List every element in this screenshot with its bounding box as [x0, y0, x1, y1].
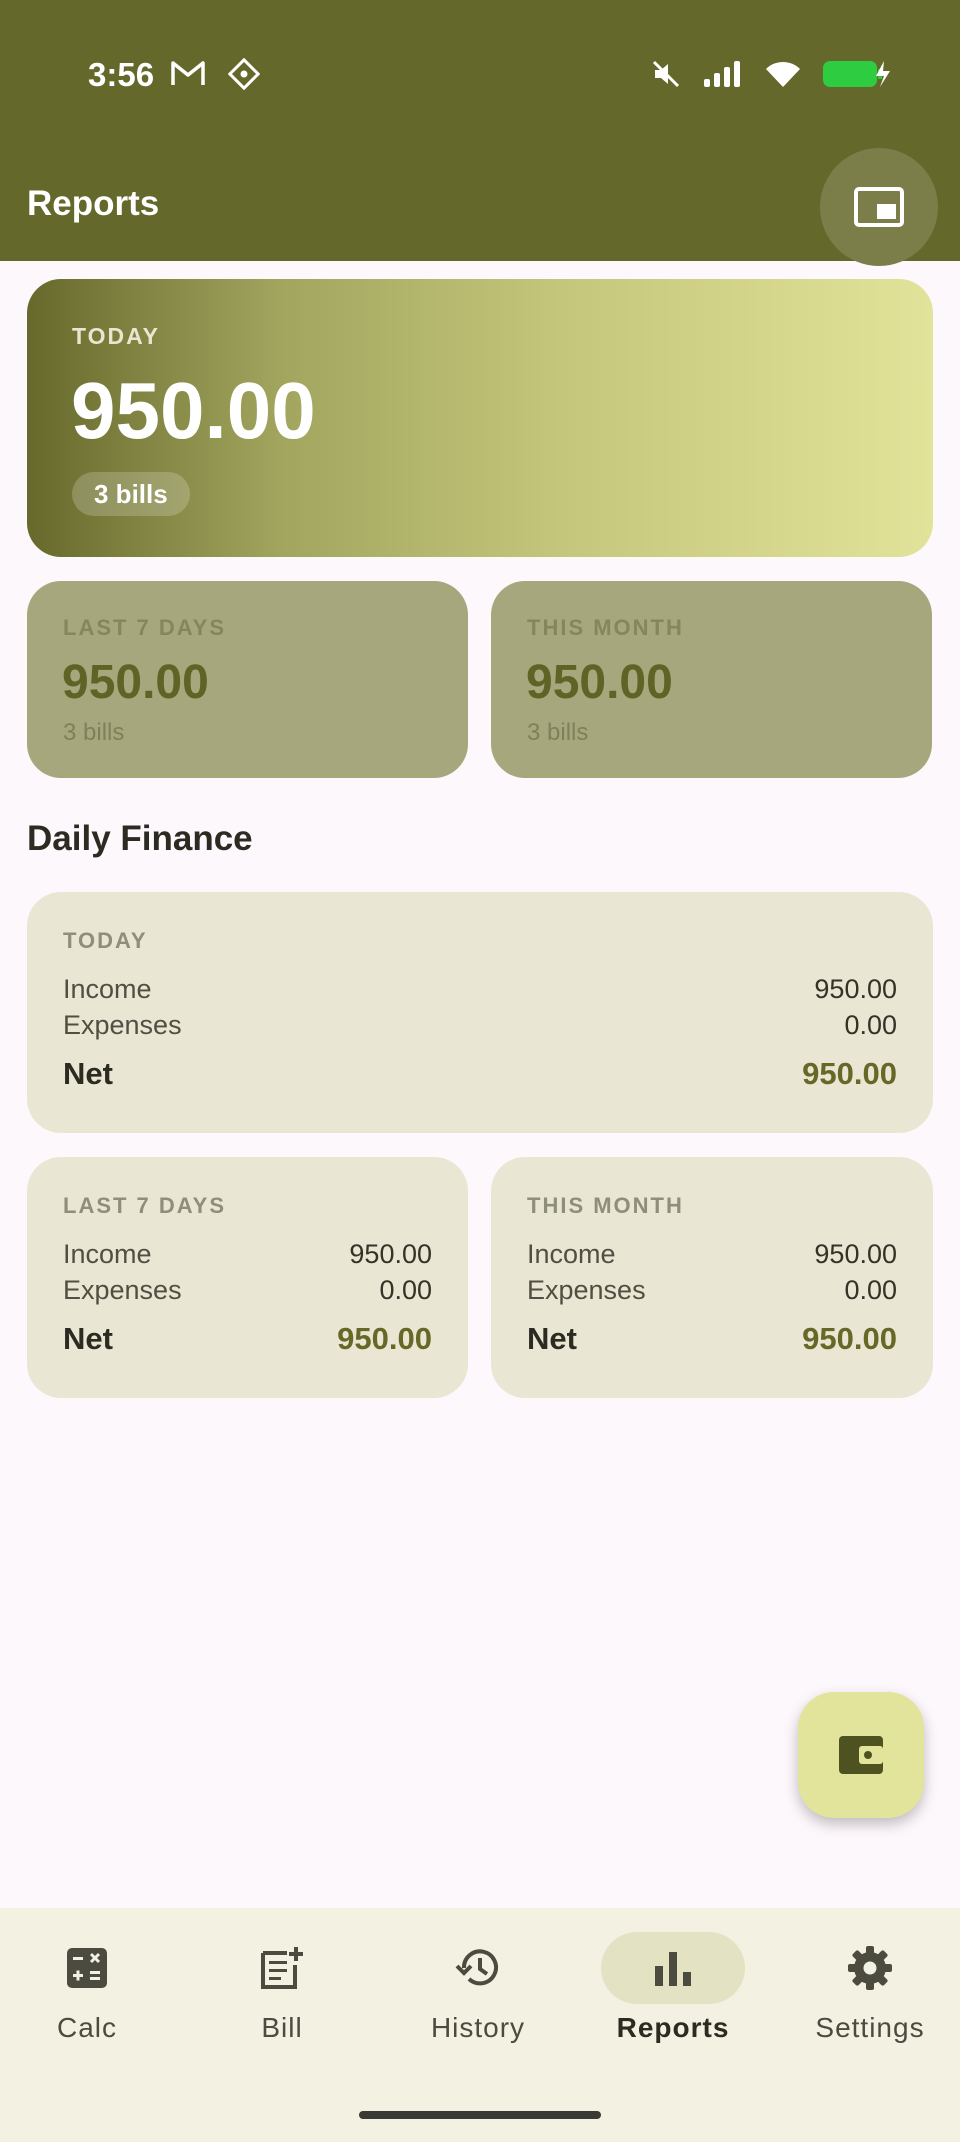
net-label: Net	[527, 1321, 577, 1356]
gmail-icon	[171, 61, 205, 85]
notification-icons	[170, 58, 260, 90]
picture-in-picture-icon	[854, 187, 904, 227]
nav-label: Reports	[616, 2012, 730, 2043]
card-amount: 950.00	[526, 656, 673, 709]
nav-item-settings[interactable]: Settings	[774, 1932, 960, 2062]
net-label: Net	[63, 1056, 113, 1091]
this-month-card: THIS MONTH 950.00 3 bills	[491, 581, 932, 778]
income-value: 950.00	[814, 974, 897, 1004]
expenses-value: 0.00	[379, 1275, 432, 1305]
page-title: Reports	[27, 184, 160, 223]
expenses-row: Expenses 0.00	[527, 1275, 897, 1306]
signal-icon	[704, 61, 740, 87]
pip-button[interactable]	[820, 148, 938, 266]
income-row: Income 950.00	[63, 974, 897, 1005]
bar-chart-icon	[655, 1952, 691, 1986]
net-value: 950.00	[802, 1056, 897, 1091]
expenses-row: Expenses 0.00	[63, 1275, 432, 1306]
net-row: Net 950.00	[527, 1321, 897, 1357]
card-label: TODAY	[72, 323, 160, 349]
nav-item-bill[interactable]: Bill	[186, 1932, 378, 2062]
today-finance-card: TODAY Income 950.00 Expenses 0.00 Net 95…	[27, 892, 933, 1133]
expenses-value: 0.00	[844, 1275, 897, 1305]
net-label: Net	[63, 1321, 113, 1356]
net-row: Net 950.00	[63, 1321, 432, 1357]
card-amount: 950.00	[62, 656, 209, 709]
status-time: 3:56	[88, 56, 155, 93]
nav-pill	[798, 1932, 942, 2004]
nav-pill-active	[601, 1932, 745, 2004]
today-total-card: TODAY 950.00 3 bills	[27, 279, 933, 557]
gear-icon	[848, 1946, 892, 1990]
mute-icon	[652, 60, 680, 88]
expenses-row: Expenses 0.00	[63, 1010, 897, 1041]
bills-count: 3 bills	[527, 719, 589, 746]
last-7-days-finance-card: LAST 7 DAYS Income 950.00 Expenses 0.00 …	[27, 1157, 468, 1398]
nav-item-reports[interactable]: Reports	[577, 1932, 769, 2062]
nav-label: Bill	[261, 2012, 303, 2043]
system-status-icons	[650, 58, 892, 90]
wallet-fab[interactable]	[798, 1692, 924, 1818]
nav-item-calc[interactable]: Calc	[0, 1932, 183, 2062]
nav-label: Calc	[56, 2012, 117, 2043]
card-label: LAST 7 DAYS	[63, 615, 227, 640]
card-label: THIS MONTH	[527, 615, 684, 640]
nav-item-history[interactable]: History	[382, 1932, 574, 2062]
history-icon	[455, 1949, 498, 1986]
bill-icon	[261, 1947, 303, 1989]
card-label: THIS MONTH	[527, 1193, 684, 1218]
nav-pill	[406, 1932, 550, 2004]
home-indicator[interactable]	[359, 2111, 601, 2119]
net-row: Net 950.00	[63, 1056, 897, 1092]
expenses-label: Expenses	[63, 1010, 182, 1040]
calculator-icon	[67, 1948, 107, 1988]
income-value: 950.00	[349, 1239, 432, 1269]
nav-label: Settings	[815, 2012, 925, 2043]
net-value: 950.00	[337, 1321, 432, 1356]
net-value: 950.00	[802, 1321, 897, 1356]
expenses-label: Expenses	[527, 1275, 646, 1305]
nav-pill	[210, 1932, 354, 2004]
nav-label: History	[430, 2012, 526, 2043]
income-row: Income 950.00	[527, 1239, 897, 1270]
card-label: LAST 7 DAYS	[63, 1193, 227, 1218]
income-value: 950.00	[814, 1239, 897, 1269]
income-label: Income	[527, 1239, 616, 1269]
section-title: Daily Finance	[27, 819, 253, 858]
income-label: Income	[63, 974, 152, 1004]
expenses-label: Expenses	[63, 1275, 182, 1305]
top-app-bar: 3:56 Reports	[0, 0, 960, 266]
bills-count: 3 bills	[63, 719, 125, 746]
today-amount: 950.00	[71, 366, 316, 455]
card-label: TODAY	[63, 928, 148, 953]
last-7-days-card: LAST 7 DAYS 950.00 3 bills	[27, 581, 468, 778]
wallet-icon	[839, 1736, 883, 1774]
nav-pill	[15, 1932, 159, 2004]
this-month-finance-card: THIS MONTH Income 950.00 Expenses 0.00 N…	[491, 1157, 933, 1398]
wifi-icon	[766, 61, 800, 87]
battery-icon	[823, 61, 890, 87]
bottom-navigation: Calc Bill History Reports Settings	[0, 1908, 960, 2142]
bills-count-badge: 3 bills	[72, 472, 190, 516]
income-label: Income	[63, 1239, 152, 1269]
income-row: Income 950.00	[63, 1239, 432, 1270]
expenses-value: 0.00	[844, 1010, 897, 1040]
app-notification-icon	[228, 58, 260, 90]
